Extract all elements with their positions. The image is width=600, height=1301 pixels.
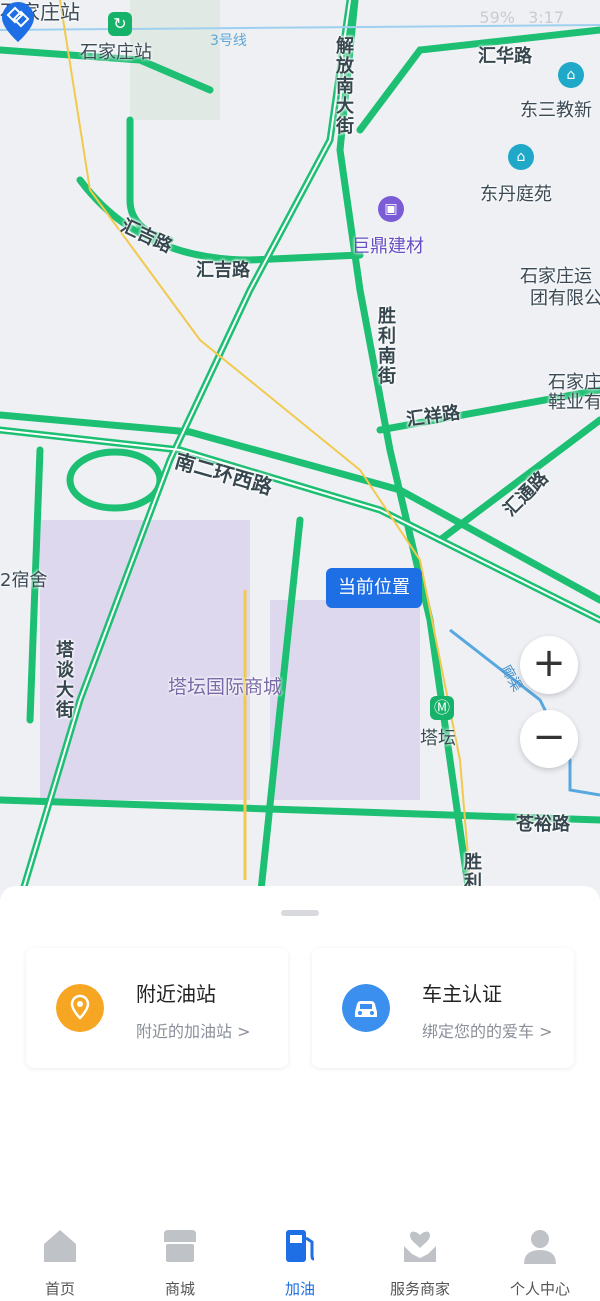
label-jiefang-south: 解放南大街 [333, 36, 354, 136]
tab-fuel-label: 加油 [284, 1280, 315, 1298]
tab-service-merchants-label: 服务商家 [389, 1280, 450, 1298]
label-yunsheng-2: 团有限公 [530, 288, 600, 309]
label-station: 石家庄站 [80, 42, 152, 63]
station-icon: ↻ [108, 12, 132, 36]
tab-shop-label: 商城 [164, 1280, 195, 1298]
heart-hands-icon [404, 1231, 436, 1262]
label-huiji-road-2: 汇吉路 [196, 260, 250, 281]
bottom-tab-bar: 首页 商城 加油 服务商家 个人中心 [0, 1216, 600, 1301]
shop-icon [164, 1230, 196, 1262]
sheet-drag-handle[interactable] [281, 910, 319, 916]
label-juding: 巨鼎建材 [352, 236, 424, 257]
school-icon: ⌂ [558, 62, 584, 88]
car-owner-verify-subtitle: 绑定您的的爱车 > [422, 1022, 553, 1041]
label-tatan-market: 塔坛国际商城 [168, 676, 283, 698]
label-huihua-road: 汇华路 [478, 46, 532, 67]
map-view[interactable]: 59% 3:17 石家庄站 ↻ 石家庄站 3号线 解放南大街 汇华路 ⌂ 东三教… [0, 0, 600, 900]
home-icon [44, 1230, 76, 1262]
label-shengli-south: 胜利南街 [375, 306, 396, 386]
tab-profile[interactable]: 个人中心 [480, 1226, 600, 1299]
tab-profile-label: 个人中心 [509, 1280, 570, 1298]
location-pin-icon [56, 984, 104, 1032]
tab-service-merchants[interactable]: 服务商家 [360, 1226, 480, 1299]
tatan-market-block-right [270, 600, 420, 800]
label-dongdan: 东丹庭苑 [480, 184, 552, 205]
shop-poi-icon: ▣ [378, 196, 404, 222]
current-location-label[interactable]: 当前位置 [326, 568, 422, 608]
label-metro-line: 3号线 [210, 33, 247, 49]
label-tatan-station: 塔坛 [420, 728, 456, 749]
clock: 3:17 [528, 8, 564, 27]
tab-home-label: 首页 [44, 1280, 75, 1298]
zoom-in-button[interactable]: + [520, 636, 578, 694]
residence-icon: ⌂ [508, 144, 534, 170]
zoom-out-button[interactable]: − [520, 710, 578, 768]
user-icon [524, 1230, 556, 1264]
car-icon [342, 984, 390, 1032]
road-huiji [76, 176, 364, 264]
label-xieye-2: 鞋业有 [548, 392, 600, 413]
status-bar: 59% 3:17 [471, 8, 564, 27]
label-canglu-road: 苍裕路 [516, 814, 570, 835]
metro-station-icon: Ⓜ [430, 696, 454, 720]
road-network [0, 0, 600, 900]
car-owner-verify-title: 车主认证 [422, 982, 502, 1006]
label-dongsan: 东三教新 [520, 100, 592, 121]
label-dormitory: 2宿舍 [0, 570, 48, 591]
label-tatan-street: 塔谈大街 [53, 640, 74, 720]
tab-home[interactable]: 首页 [0, 1226, 120, 1299]
tab-shop[interactable]: 商城 [120, 1226, 240, 1299]
nearby-stations-subtitle: 附近的加油站 > [136, 1022, 251, 1041]
nearby-stations-card[interactable]: 附近油站 附近的加油站 > [26, 948, 288, 1068]
battery-level: 59% [479, 8, 515, 27]
location-marker-icon[interactable] [0, 0, 36, 44]
car-owner-verify-card[interactable]: 车主认证 绑定您的的爱车 > [312, 948, 574, 1068]
nearby-stations-title: 附近油站 [136, 982, 216, 1006]
interchange-loop [66, 448, 164, 512]
fuel-pump-icon [286, 1230, 315, 1262]
road-canglu [0, 796, 600, 824]
tab-fuel[interactable]: 加油 [240, 1226, 360, 1299]
